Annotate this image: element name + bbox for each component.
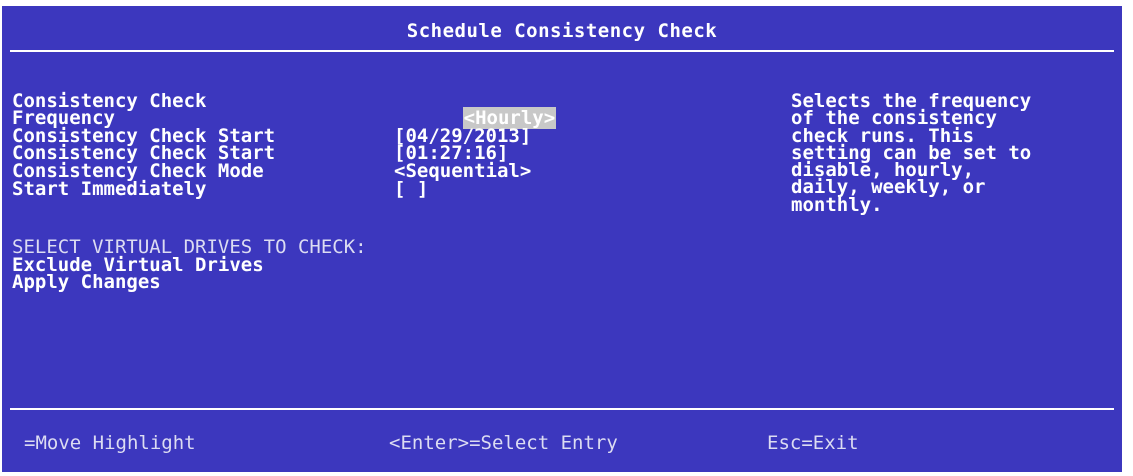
hint-exit: Esc=Exit (767, 432, 859, 454)
footer-divider (10, 408, 1114, 410)
field-label-start-immediately: Start Immediately (12, 178, 207, 200)
help-text: Selects the frequency of the consistency… (791, 91, 1111, 216)
title-divider (10, 50, 1114, 52)
bios-screen: Schedule Consistency Check Consistency C… (0, 0, 1133, 476)
hint-move-highlight: =Move Highlight (24, 432, 196, 454)
apply-changes-link[interactable]: Apply Changes (12, 273, 161, 292)
start-immediately-checkbox[interactable]: [ ] (394, 180, 428, 199)
config-panel: Schedule Consistency Check Consistency C… (2, 6, 1122, 472)
page-title: Schedule Consistency Check (406, 20, 718, 42)
hint-select-entry: <Enter>=Select Entry (389, 432, 618, 454)
help-line: monthly. (791, 193, 883, 216)
